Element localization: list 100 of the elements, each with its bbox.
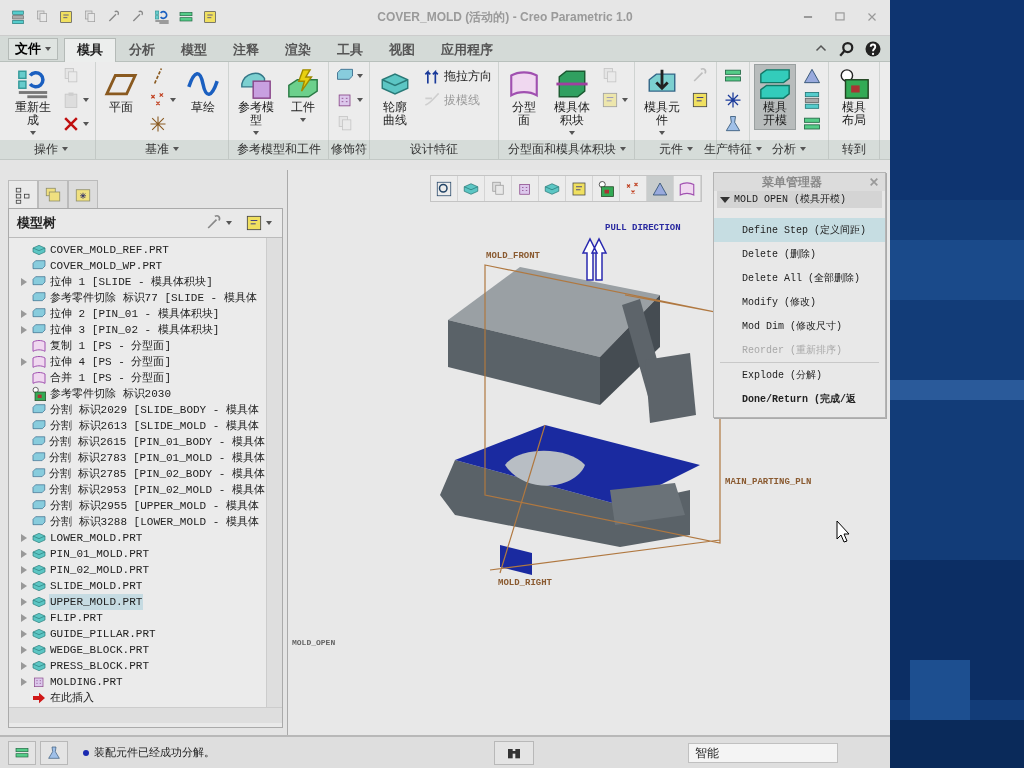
tree-item[interactable]: MOLDING.PRT <box>49 673 124 691</box>
status-message: 装配元件已经成功分解。 <box>94 745 215 761</box>
panel-title: 模型树 <box>17 214 56 233</box>
stack-icon <box>10 9 26 26</box>
ribbon-button[interactable]: 草绘 <box>182 63 224 117</box>
tree-item[interactable]: 拉伸 1 [SLIDE - 模具体积块] <box>49 273 214 291</box>
tree-item[interactable]: SLIDE_MOLD.PRT <box>49 577 144 595</box>
ribbon-tab[interactable]: 模型 <box>168 37 220 62</box>
tree-item[interactable]: COVER_MOLD_WP.PRT <box>49 257 164 275</box>
tree-item[interactable]: 分割 标识2953 [PIN_02_MOLD - 模具体 <box>48 481 266 499</box>
surface-icon <box>678 179 696 198</box>
tree-item[interactable]: 参考零件切除 标识2030 <box>49 385 172 403</box>
ribbon-small-button[interactable]: 拖拉方向 <box>420 63 494 88</box>
ribbon-button[interactable]: 模具元件 <box>639 63 684 138</box>
tree-item[interactable]: PIN_01_MOLD.PRT <box>49 545 151 563</box>
tree-item[interactable]: GUIDE_PILLAR.PRT <box>49 625 157 643</box>
caret-icon <box>266 221 272 226</box>
close-icon[interactable] <box>869 177 879 188</box>
menu-item[interactable]: Explode (分解) <box>714 363 885 388</box>
copy-icon <box>489 179 507 198</box>
layout-icon <box>31 386 47 403</box>
tree-item[interactable]: 分割 标识2783 [PIN_01_MOLD - 模具体 <box>48 449 266 467</box>
caret-icon <box>226 221 232 226</box>
search-button[interactable] <box>838 39 856 58</box>
horizontal-scrollbar[interactable] <box>9 707 282 724</box>
tree-item[interactable]: PRESS_BLOCK.PRT <box>49 657 151 675</box>
bullet-icon <box>82 748 90 757</box>
ribbon-tab[interactable]: 注释 <box>220 37 272 62</box>
window-title: COVER_MOLD (活动的) - Creo Parametric 1.0 <box>376 9 634 27</box>
tree-item[interactable]: 拉伸 4 [PS - 分型面] <box>49 353 172 371</box>
browser-toggle-button[interactable] <box>40 740 68 765</box>
tree-item[interactable]: 复制 1 [PS - 分型面] <box>49 337 172 355</box>
file-menu[interactable]: 文件 <box>8 37 58 60</box>
navigator-tab[interactable] <box>38 180 68 209</box>
tree-item[interactable]: 在此插入 <box>49 689 95 707</box>
ribbon-button[interactable]: 参考模型 <box>233 63 278 138</box>
group-label: 基准 <box>145 141 169 159</box>
ribbon-tab[interactable]: 视图 <box>376 37 428 62</box>
tree-item[interactable]: WEDGE_BLOCK.PRT <box>49 641 151 659</box>
ribbon-button[interactable]: 轮廓曲线 <box>374 63 416 130</box>
tree-item[interactable]: 分割 标识2785 [PIN_02_BODY - 模具体 <box>48 465 266 483</box>
ribbon-button[interactable]: 重新生成 <box>10 63 55 138</box>
surface-icon <box>31 370 47 387</box>
tree-item[interactable]: FLIP.PRT <box>49 609 104 627</box>
ribbon-tab[interactable]: 工具 <box>324 37 376 62</box>
note-icon <box>202 9 218 26</box>
flask-icon <box>723 113 743 134</box>
cursor-icon <box>836 520 850 543</box>
tree-toggle-button[interactable] <box>8 740 36 765</box>
tree-item[interactable]: 分割 标识2955 [UPPER_MOLD - 模具体 <box>49 497 261 515</box>
direction-label: PULL DIRECTION <box>605 223 681 234</box>
expand-icon[interactable] <box>21 678 27 687</box>
menu-item[interactable]: Mod Dim (修改尺寸) <box>714 314 885 339</box>
caret-icon <box>45 46 51 51</box>
note-icon <box>58 9 74 26</box>
tree-item[interactable]: COVER_MOLD_REF.PRT <box>49 241 170 259</box>
ribbon-button[interactable]: 分型面 <box>503 63 545 130</box>
menu-item[interactable]: Define Step (定义间距) <box>714 218 885 243</box>
ribbon-button[interactable]: 工件 <box>282 63 324 125</box>
tree-item[interactable]: 分割 标识2613 [SLIDE_MOLD - 模具体 <box>49 417 261 435</box>
tree-item[interactable]: PIN_02_MOLD.PRT <box>49 561 151 579</box>
menu-item[interactable]: Delete (删除) <box>714 242 885 267</box>
group-label: 转到 <box>842 141 866 159</box>
ribbon-button[interactable]: 平面 <box>100 63 142 117</box>
view-toolbar-button[interactable] <box>647 176 674 202</box>
zoom-icon <box>435 179 453 198</box>
layout-icon <box>597 179 615 198</box>
menu-item[interactable]: Modify (修改) <box>714 290 885 315</box>
tree-item[interactable]: 合并 1 [PS - 分型面] <box>49 369 172 387</box>
tree-item[interactable]: UPPER_MOLD.PRT <box>49 593 144 611</box>
vertical-scrollbar[interactable] <box>266 238 282 708</box>
ribbon-tab[interactable]: 渲染 <box>272 37 324 62</box>
surface-icon <box>31 354 47 371</box>
datum-label: MOLD_FRONT <box>486 251 540 262</box>
ribbon-button[interactable]: 模具开模 <box>754 63 796 130</box>
group-label: 生产特征 <box>704 141 752 159</box>
menu-item[interactable]: Done/Return (完成/返 <box>714 387 885 412</box>
ribbon-tab[interactable]: 应用程序 <box>428 37 506 62</box>
find-button[interactable] <box>494 740 534 765</box>
ribbon-button[interactable]: 模具体积块 <box>549 63 594 138</box>
tree-item[interactable]: 拉伸 3 [PIN_02 - 模具体积块] <box>49 321 221 339</box>
note-label: MOLD_OPEN <box>292 638 336 648</box>
datum-label: MAIN_PARTING_PLN <box>725 477 812 488</box>
tree-item[interactable]: 参考零件切除 标识77 [SLIDE - 模具体 <box>49 289 258 307</box>
navigator-tab[interactable] <box>8 180 38 209</box>
mold-open-icon <box>758 66 792 101</box>
filter-dropdown[interactable]: 智能 <box>688 742 838 763</box>
ribbon-button[interactable]: 模具布局 <box>833 63 875 130</box>
menu-header[interactable]: MOLD OPEN (模具开模) <box>717 191 882 209</box>
tree-item[interactable]: 拉伸 2 [PIN_01 - 模具体积块] <box>49 305 221 323</box>
help-button[interactable] <box>864 39 882 58</box>
tree-item[interactable]: 分割 标识2029 [SLIDE_BODY - 模具体 <box>49 401 261 419</box>
ribbon-tab[interactable]: 分析 <box>116 37 168 62</box>
tree-item[interactable]: 分割 标识3288 [LOWER_MOLD - 模具体 <box>49 513 261 531</box>
ribbon-tab[interactable]: 模具 <box>64 37 116 62</box>
menu-item[interactable]: Delete All (全部删除) <box>714 266 885 291</box>
tree-item[interactable]: 分割 标识2615 [PIN_01_BODY - 模具体 <box>48 433 266 451</box>
navigator-tab[interactable] <box>68 180 98 209</box>
minimize-icon <box>801 16 815 19</box>
tree-item[interactable]: LOWER_MOLD.PRT <box>49 529 144 547</box>
